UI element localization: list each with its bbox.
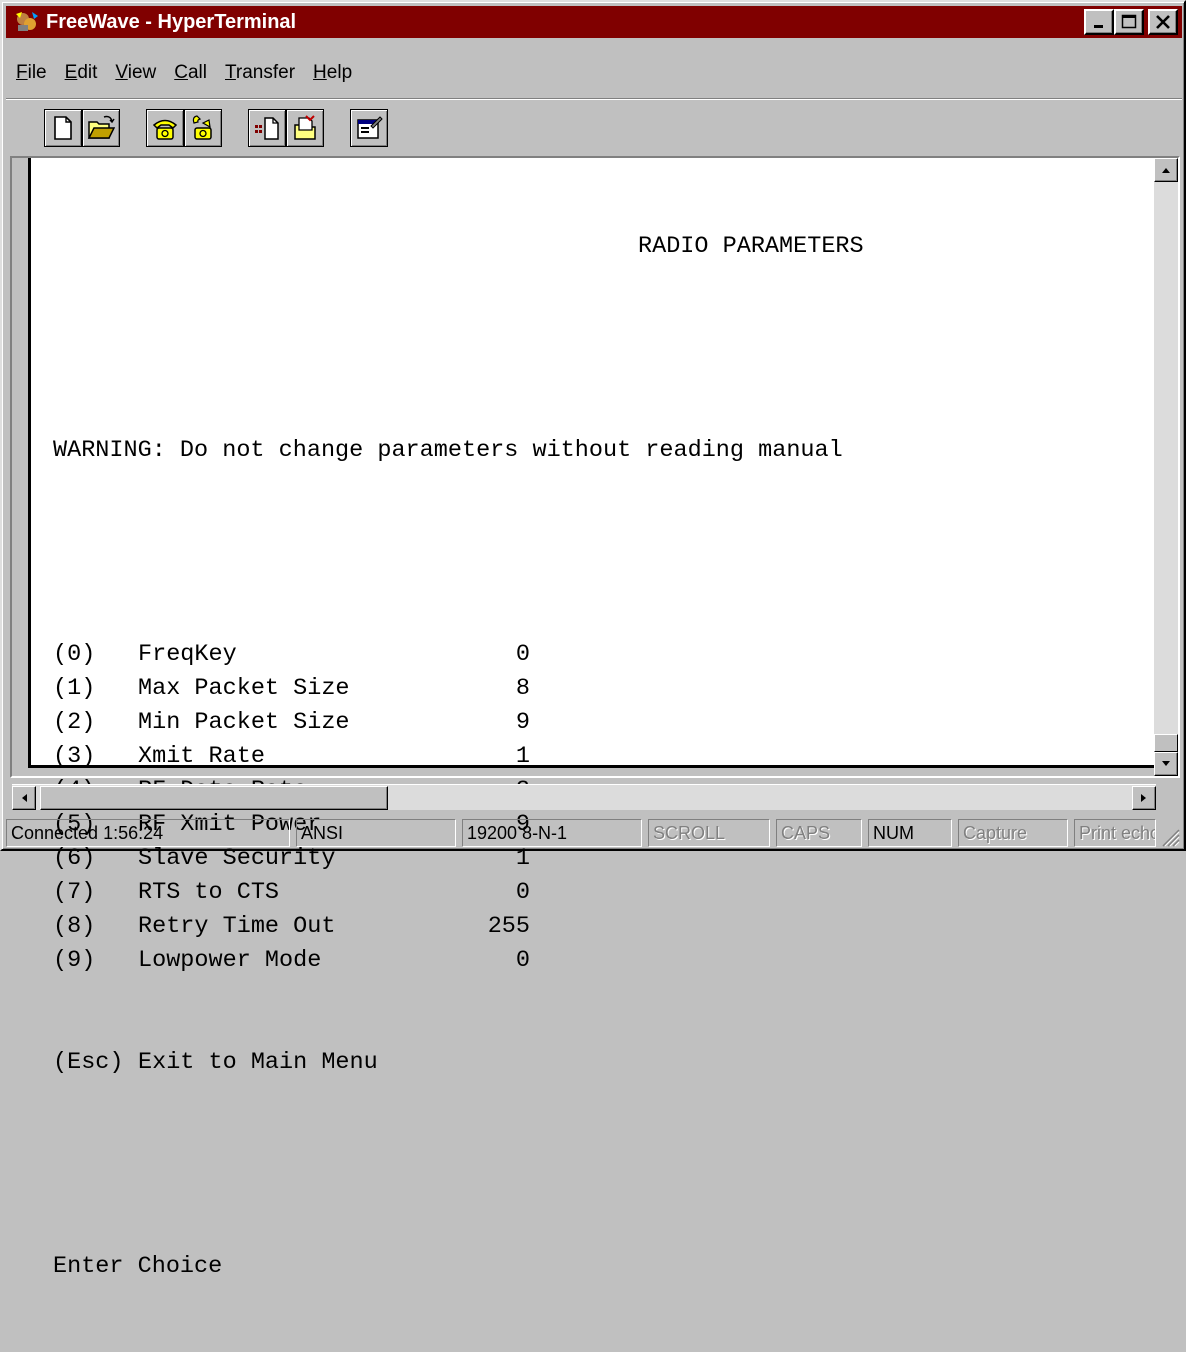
status-bar: Connected 1:56:24 ANSI 19200 8-N-1 SCROL… [6, 817, 1182, 849]
new-button[interactable] [44, 109, 82, 147]
open-icon [87, 115, 115, 139]
status-scroll-lock: SCROLL [648, 819, 770, 847]
option-value: 0 [515, 879, 530, 906]
option-key: (2) [53, 709, 96, 736]
status-caps-lock: CAPS [776, 819, 862, 847]
option-name: FreqKey [138, 641, 237, 668]
minimize-icon [1094, 25, 1103, 28]
option-value: 0 [515, 641, 530, 668]
option-row: (9) Lowpower Mode 0 [53, 944, 864, 978]
resize-grip-icon[interactable] [1160, 827, 1180, 847]
title-bar[interactable]: FreeWave - HyperTerminal [6, 6, 1182, 38]
scroll-right-arrow-icon [1141, 794, 1146, 802]
disconnect-button[interactable] [184, 109, 222, 147]
option-key: (9) [53, 947, 96, 974]
option-name: Retry Time Out [138, 913, 336, 940]
status-capture: Capture [958, 819, 1068, 847]
option-row: (7) RTS to CTS 0 [53, 876, 864, 910]
option-key: (1) [53, 675, 96, 702]
option-name: Max Packet Size [138, 675, 350, 702]
scroll-down-arrow-icon [1162, 761, 1170, 766]
window-title: FreeWave - HyperTerminal [46, 10, 297, 33]
option-value: 255 [487, 913, 530, 940]
toolbar [6, 98, 1182, 154]
menu-transfer[interactable]: Transfer [216, 62, 304, 84]
new-icon [54, 116, 72, 140]
option-row: (0) FreqKey 0 [53, 638, 864, 672]
receive-icon [294, 115, 316, 140]
maximize-icon [1121, 14, 1137, 29]
title-buttons [1084, 9, 1178, 35]
hyperterminal-window: FreeWave - HyperTerminal File Edit View … [0, 0, 1186, 1280]
option-row: (3) Xmit Rate 1 [53, 740, 864, 774]
status-port-settings: 19200 8-N-1 [462, 819, 642, 847]
option-key: (3) [53, 743, 96, 770]
enter-choice-prompt: Enter Choice [53, 1253, 223, 1280]
disconnect-icon [192, 115, 212, 140]
option-value: 8 [515, 675, 530, 702]
status-print-echo: Print echo [1074, 819, 1156, 847]
scroll-up-arrow-icon [1162, 168, 1170, 173]
terminal-frame: RADIO PARAMETERS WARNING: Do not change … [10, 156, 1180, 1280]
minimize-button[interactable] [1084, 9, 1114, 35]
scroll-left-button[interactable] [12, 786, 36, 810]
option-key: (8) [53, 913, 96, 940]
open-button[interactable] [82, 109, 120, 147]
menu-view[interactable]: View [106, 62, 165, 84]
scroll-right-button[interactable] [1132, 786, 1156, 810]
option-row: (1) Max Packet Size 8 [53, 672, 864, 706]
menu-call[interactable]: Call [165, 62, 216, 84]
menu-file[interactable]: File [6, 62, 56, 84]
terminal-text: RADIO PARAMETERS WARNING: Do not change … [53, 162, 864, 1352]
scroll-left-arrow-icon [22, 794, 27, 802]
connect-icon [152, 119, 178, 140]
scroll-up-button[interactable] [1154, 158, 1178, 182]
menu-bar: File Edit View Call Transfer Help [6, 58, 361, 88]
send-button[interactable] [248, 109, 286, 147]
hyperterminal-app-icon[interactable] [14, 10, 40, 34]
option-name: Xmit Rate [138, 743, 265, 770]
status-num-lock: NUM [868, 819, 952, 847]
properties-icon [357, 116, 383, 139]
receive-button[interactable] [286, 109, 324, 147]
option-name: Min Packet Size [138, 709, 350, 736]
option-row: (8) Retry Time Out 255 [53, 910, 864, 944]
scroll-down-button[interactable] [1154, 752, 1178, 776]
exit-option: (Esc) Exit to Main Menu [53, 1049, 378, 1076]
option-key: (7) [53, 879, 96, 906]
terminal-heading: RADIO PARAMETERS [638, 233, 864, 260]
option-value: 9 [515, 709, 530, 736]
terminal-screen[interactable]: RADIO PARAMETERS WARNING: Do not change … [28, 158, 1156, 1280]
option-value: 0 [515, 947, 530, 974]
properties-button[interactable] [350, 109, 388, 147]
close-icon [1156, 15, 1170, 29]
option-value: 1 [515, 743, 530, 770]
status-emulation: ANSI [296, 819, 456, 847]
close-button[interactable] [1148, 9, 1178, 35]
menu-help[interactable]: Help [304, 62, 361, 84]
horizontal-scrollbar[interactable] [12, 784, 1156, 810]
option-name: RTS to CTS [138, 879, 280, 906]
terminal-warning: WARNING: Do not change parameters withou… [53, 437, 843, 464]
option-key: (0) [53, 641, 96, 668]
vertical-scrollbar[interactable] [1154, 158, 1178, 776]
horizontal-scroll-thumb[interactable] [40, 786, 388, 810]
send-icon [255, 117, 279, 140]
option-row: (2) Min Packet Size 9 [53, 706, 864, 740]
maximize-button[interactable] [1114, 9, 1144, 35]
status-connected: Connected 1:56:24 [6, 819, 290, 847]
option-name: Lowpower Mode [138, 947, 322, 974]
vertical-scroll-thumb[interactable] [1154, 734, 1178, 752]
connect-button[interactable] [146, 109, 184, 147]
menu-edit[interactable]: Edit [56, 62, 107, 84]
